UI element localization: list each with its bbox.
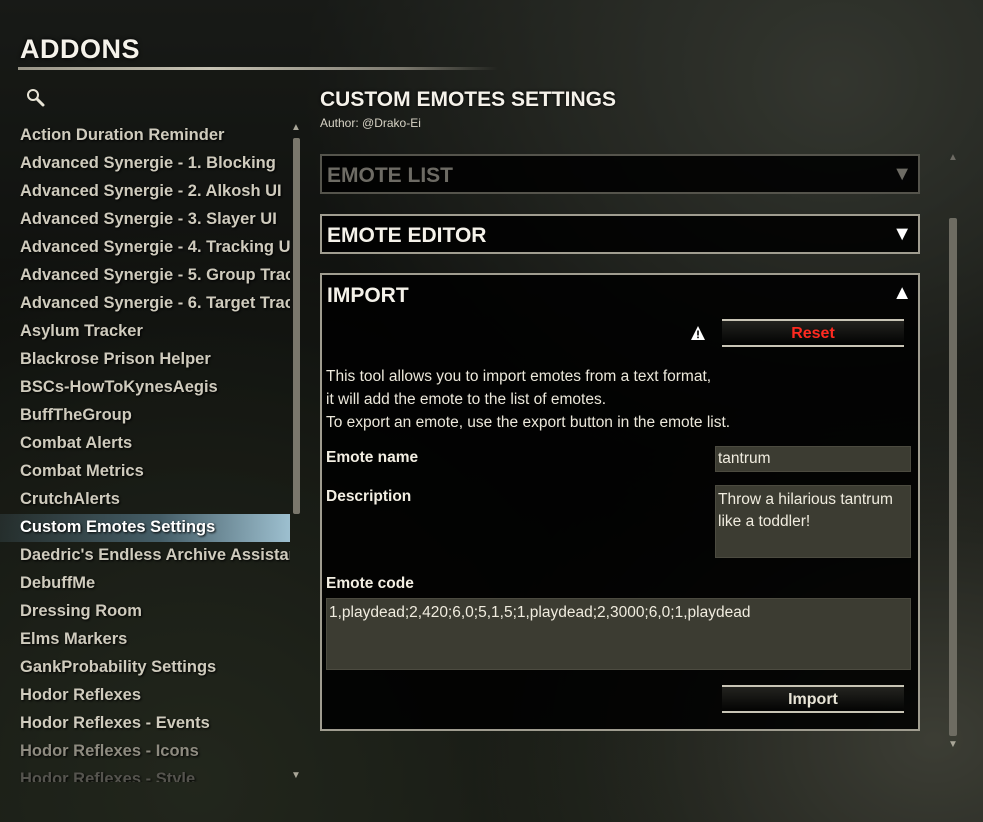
search-icon[interactable] [25,87,45,107]
page-title: ADDONS [20,34,141,64]
warning-icon [691,326,705,340]
import-button[interactable]: Import [722,685,904,713]
section-label: EMOTE EDITOR [327,224,487,247]
emote-name-label: Emote name [326,449,419,466]
addon-item[interactable]: GankProbability Settings [0,654,290,682]
addon-item[interactable]: Blackrose Prison Helper [0,346,290,374]
addon-item-selected[interactable]: Custom Emotes Settings [0,514,290,542]
author-label: Author: @Drako-Ei [320,116,421,130]
addon-item[interactable]: Hodor Reflexes - Style [0,766,290,782]
description-line: To export an emote, use the export butto… [326,414,731,431]
section-emote-list[interactable]: EMOTE LIST ▼ [320,154,920,194]
addon-list[interactable]: Action Duration Reminder Advanced Synerg… [0,122,290,782]
addon-item[interactable]: BSCs-HowToKynesAegis [0,374,290,402]
import-description: This tool allows you to import emotes fr… [326,365,886,434]
addon-item[interactable]: Advanced Synergie - 5. Group Trac... [0,262,290,290]
addon-item[interactable]: Daedric's Endless Archive Assistant [0,542,290,570]
description-line: This tool allows you to import emotes fr… [326,368,712,385]
emote-code-field[interactable]: 1,playdead;2,420;6,0;5,1,5;1,playdead;2,… [326,598,911,670]
settings-title: CUSTOM EMOTES SETTINGS [320,88,616,111]
addon-item[interactable]: Advanced Synergie - 3. Slayer UI [0,206,290,234]
addon-item[interactable]: Advanced Synergie - 1. Blocking [0,150,290,178]
emote-code-label: Emote code [326,575,414,592]
section-label[interactable]: IMPORT [327,284,409,308]
addon-item[interactable]: Combat Metrics [0,458,290,486]
scroll-down-icon[interactable]: ▼ [291,770,301,781]
addon-item[interactable]: Asylum Tracker [0,318,290,346]
addon-item[interactable]: Advanced Synergie - 2. Alkosh UI [0,178,290,206]
settings-scrollbar[interactable] [949,218,957,736]
addon-item[interactable]: Advanced Synergie - 6. Target Trac... [0,290,290,318]
title-divider [18,67,498,70]
chevron-down-icon: ▼ [892,163,912,185]
scroll-up-icon[interactable]: ▲ [291,122,301,133]
addon-item[interactable]: Hodor Reflexes [0,682,290,710]
scroll-up-icon[interactable]: ▲ [948,152,958,163]
addon-item[interactable]: Dressing Room [0,598,290,626]
addon-item[interactable]: Elms Markers [0,626,290,654]
addon-item[interactable]: DebuffMe [0,570,290,598]
addon-item[interactable]: Advanced Synergie - 4. Tracking UI [0,234,290,262]
addon-item[interactable]: BuffTheGroup [0,402,290,430]
reset-button[interactable]: Reset [722,319,904,347]
section-emote-editor[interactable]: EMOTE EDITOR ▼ [320,214,920,254]
addon-list-scrollbar[interactable] [293,138,300,514]
addon-item[interactable]: Hodor Reflexes - Icons [0,738,290,766]
addon-item[interactable]: Hodor Reflexes - Events [0,710,290,738]
description-line: it will add the emote to the list of emo… [326,391,606,408]
addon-item[interactable]: CrutchAlerts [0,486,290,514]
emote-name-field[interactable]: tantrum [715,446,911,472]
chevron-down-icon: ▼ [892,223,912,245]
scroll-down-icon[interactable]: ▼ [948,739,958,750]
addon-item[interactable]: Combat Alerts [0,430,290,458]
section-import: IMPORT ▲ Reset This tool allows you to i… [320,273,920,731]
description-label: Description [326,488,412,505]
description-field[interactable]: Throw a hilarious tantrum like a toddler… [715,485,911,558]
chevron-up-icon[interactable]: ▲ [892,282,912,305]
section-label: EMOTE LIST [327,164,453,187]
addon-item[interactable]: Action Duration Reminder [0,122,290,150]
